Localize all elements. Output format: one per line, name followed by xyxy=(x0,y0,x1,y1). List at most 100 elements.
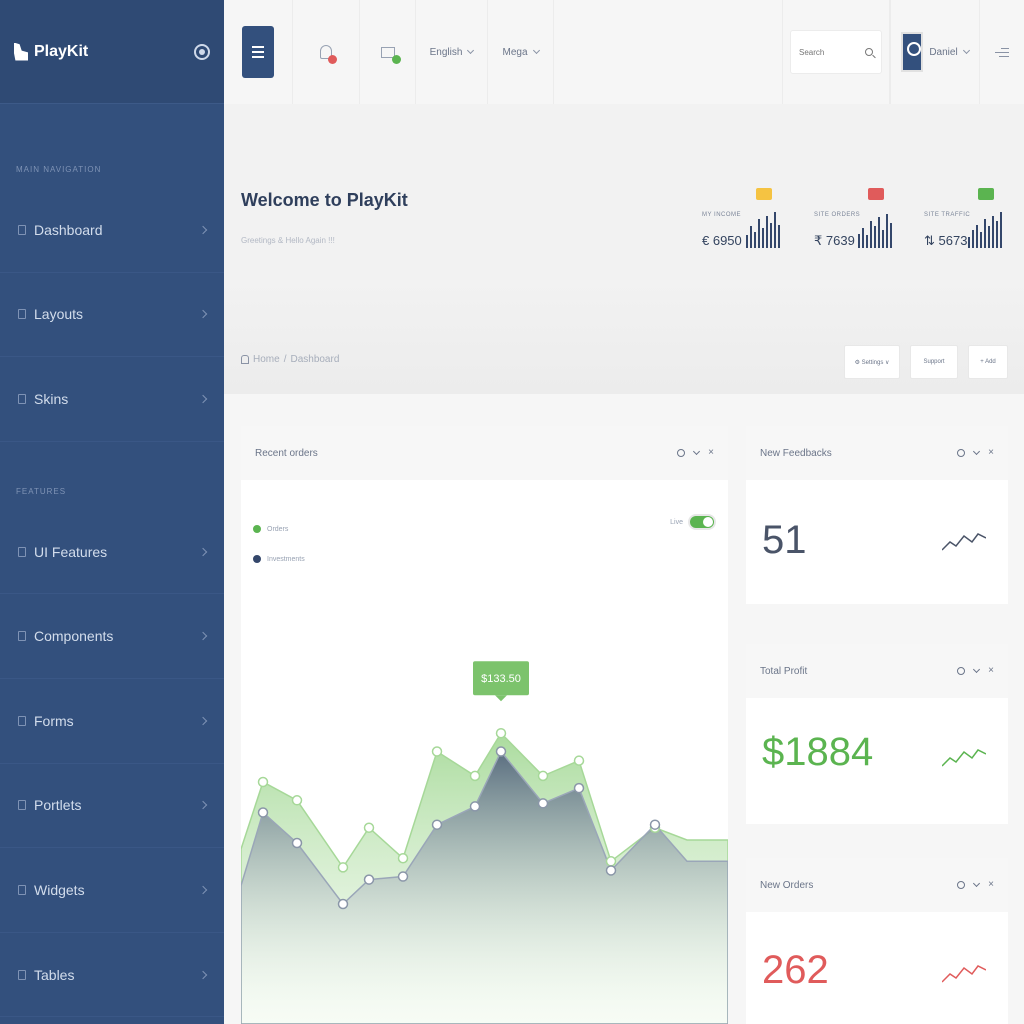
investments-point[interactable] xyxy=(537,798,549,809)
investments-point[interactable] xyxy=(291,837,303,849)
orders-point[interactable] xyxy=(337,862,349,873)
live-toggle[interactable] xyxy=(688,514,716,530)
orders-point[interactable] xyxy=(537,770,549,782)
add-button[interactable]: + Add xyxy=(968,345,1008,379)
orders-point[interactable] xyxy=(291,795,303,806)
collapse-icon[interactable] xyxy=(973,879,981,888)
investments-point[interactable] xyxy=(363,874,375,885)
stat-sparkbars xyxy=(746,210,780,248)
breadcrumb-home[interactable]: Home xyxy=(253,354,280,365)
stat-bar xyxy=(770,223,772,248)
nav-section-features: FEATURES xyxy=(16,486,67,496)
brand[interactable]: PlayKit xyxy=(14,42,88,61)
refresh-icon[interactable] xyxy=(677,449,686,457)
refresh-icon[interactable] xyxy=(957,881,966,889)
profit-sparkline xyxy=(942,749,986,767)
sidebar-item-layouts[interactable]: Layouts xyxy=(0,273,224,358)
feedback-sparkline xyxy=(942,533,986,551)
chevron-right-icon xyxy=(198,885,208,895)
investments-point[interactable] xyxy=(605,865,617,876)
new-feedbacks-card: New Feedbacks × 51 xyxy=(746,426,1008,604)
investments-point[interactable] xyxy=(397,871,409,882)
stat-bar xyxy=(886,214,888,248)
investments-point[interactable] xyxy=(431,819,443,830)
support-button[interactable]: Support xyxy=(910,345,958,379)
legend-label: Investments xyxy=(267,555,305,563)
stat-bar xyxy=(1000,212,1002,248)
card-title: New Feedbacks xyxy=(760,447,832,459)
investments-point[interactable] xyxy=(573,782,585,794)
stat-bar xyxy=(762,228,764,248)
sidebar-item-components[interactable]: Components xyxy=(0,594,224,679)
stat-sparkbars xyxy=(858,210,892,248)
collapse-icon[interactable] xyxy=(973,665,981,674)
orders-point[interactable] xyxy=(605,856,617,867)
sidebar-item-skins[interactable]: Skins xyxy=(0,357,224,442)
language-dropdown[interactable]: English xyxy=(416,0,488,104)
stat-bar xyxy=(862,228,864,248)
status-badge xyxy=(978,188,994,200)
notification-badge xyxy=(328,55,337,64)
investments-point[interactable] xyxy=(337,898,349,910)
refresh-icon[interactable] xyxy=(957,449,966,457)
avatar xyxy=(901,32,924,72)
side-panel-toggle[interactable] xyxy=(980,0,1024,104)
close-icon[interactable]: × xyxy=(988,448,994,458)
card-title: Recent orders xyxy=(255,447,318,459)
settings-button[interactable]: ⚙ Settings ∨ xyxy=(844,345,900,379)
orders-point[interactable] xyxy=(495,727,507,739)
main-content: Recent orders × Orders Investments Live xyxy=(224,394,1024,1024)
tooltip-value: $133.50 xyxy=(481,673,521,685)
feedback-count: 51 xyxy=(762,518,807,562)
logo-icon xyxy=(14,42,28,61)
sidebar-item-ui-features[interactable]: UI Features xyxy=(0,510,224,595)
orders-point[interactable] xyxy=(257,776,269,788)
stat-bar xyxy=(988,226,990,248)
collapse-icon[interactable] xyxy=(973,447,981,456)
breadcrumb: Home / Dashboard xyxy=(241,354,339,365)
chevron-right-icon xyxy=(198,716,208,726)
gear-icon[interactable] xyxy=(194,43,210,60)
orders-point[interactable] xyxy=(469,770,481,782)
orders-point[interactable] xyxy=(363,822,375,833)
sidebar-item-widgets[interactable]: Widgets xyxy=(0,848,224,933)
ui-features-icon xyxy=(18,546,26,557)
sidebar-item-dashboard[interactable]: Dashboard xyxy=(0,188,224,273)
search-input[interactable] xyxy=(799,47,859,57)
mega-menu-dropdown[interactable]: Mega xyxy=(488,0,554,104)
sidebar: PlayKit MAIN NAVIGATION Dashboard Layout… xyxy=(0,0,224,1024)
home-icon xyxy=(241,355,249,364)
investments-point[interactable] xyxy=(649,819,661,830)
bell-icon xyxy=(320,45,337,64)
investments-point[interactable] xyxy=(469,801,481,812)
investments-point[interactable] xyxy=(495,746,507,757)
tables-icon xyxy=(18,969,26,980)
refresh-icon[interactable] xyxy=(957,667,966,675)
stat-bar xyxy=(866,235,868,248)
sidebar-item-label: Components xyxy=(34,628,114,645)
orders-point[interactable] xyxy=(573,755,585,766)
sidebar-item-forms[interactable]: Forms xyxy=(0,679,224,764)
notifications-button[interactable] xyxy=(292,0,360,104)
investments-point[interactable] xyxy=(257,807,269,818)
stat-label: MY INCOME xyxy=(702,212,742,218)
dashboard-icon xyxy=(18,224,26,235)
chevron-right-icon xyxy=(198,547,208,556)
hamburger-menu-button[interactable] xyxy=(242,26,274,78)
orders-point[interactable] xyxy=(397,853,409,864)
chevron-down-icon xyxy=(467,46,475,55)
close-icon[interactable]: × xyxy=(988,666,994,676)
sidebar-item-portlets[interactable]: Portlets xyxy=(0,764,224,849)
stat-bar xyxy=(774,212,776,248)
sidebar-item-tables[interactable]: Tables xyxy=(0,933,224,1018)
close-icon[interactable]: × xyxy=(708,448,714,458)
card-title: New Orders xyxy=(760,879,814,891)
stat-bar xyxy=(870,221,872,248)
orders-point[interactable] xyxy=(431,746,443,757)
messages-button[interactable] xyxy=(360,0,416,104)
search-icon[interactable] xyxy=(865,48,873,56)
close-icon[interactable]: × xyxy=(988,880,994,890)
collapse-icon[interactable] xyxy=(693,447,701,456)
legend-dot xyxy=(253,555,261,563)
user-menu[interactable]: Daniel xyxy=(890,0,980,104)
